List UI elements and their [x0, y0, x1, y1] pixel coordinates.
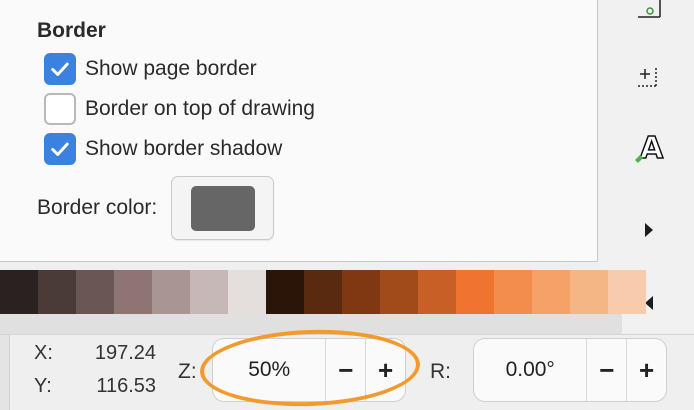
show-border-shadow-option[interactable]: Show border shadow — [44, 133, 282, 165]
snap-page-button[interactable] — [629, 0, 669, 26]
palette-swatch[interactable] — [570, 270, 608, 314]
text-tool-button[interactable]: A — [629, 128, 669, 168]
show-border-shadow-checkbox[interactable] — [44, 133, 76, 165]
rotation-increase-button[interactable]: + — [626, 339, 666, 401]
show-page-border-checkbox[interactable] — [44, 53, 76, 85]
border-color-button[interactable] — [171, 176, 275, 240]
palette-swatch[interactable] — [152, 270, 190, 314]
zoom-value[interactable]: 50% — [213, 339, 325, 401]
status-bar: X: 197.24 Y: 116.53 Z: 50% − + R: 0.00° … — [0, 334, 694, 410]
text-tool-glyph: A — [640, 131, 664, 166]
palette-swatch[interactable] — [418, 270, 456, 314]
palette-swatch[interactable] — [532, 270, 570, 314]
expand-right-button[interactable] — [629, 210, 669, 250]
zoom-label: Z: — [178, 360, 197, 383]
palette-swatch[interactable] — [494, 270, 532, 314]
border-color-row: Border color: — [37, 176, 275, 240]
option-label: Show page border — [85, 57, 257, 80]
checkmark-icon — [51, 142, 69, 156]
text-tool-icon: A — [635, 130, 665, 166]
palette-swatch[interactable] — [0, 270, 38, 314]
snap-guide-button[interactable] — [629, 57, 669, 97]
rotation-value[interactable]: 0.00° — [474, 339, 586, 401]
rotation-decrease-button[interactable]: − — [586, 339, 626, 401]
zoom-decrease-button[interactable]: − — [325, 339, 365, 401]
color-palette — [0, 270, 646, 314]
border-on-top-option[interactable]: Border on top of drawing — [44, 93, 315, 125]
zoom-spinbox[interactable]: 50% − + — [212, 338, 406, 402]
palette-scrollbar[interactable] — [0, 314, 622, 334]
snap-page-icon — [638, 0, 661, 18]
option-label: Show border shadow — [85, 137, 283, 160]
x-coord-value: 197.24 — [94, 342, 156, 364]
palette-swatch[interactable] — [342, 270, 380, 314]
option-label: Border on top of drawing — [85, 97, 315, 120]
palette-swatch[interactable] — [380, 270, 418, 314]
border-color-swatch — [190, 185, 255, 231]
show-page-border-option[interactable]: Show page border — [44, 53, 257, 85]
section-title: Border — [37, 19, 106, 42]
y-coord-label: Y: — [34, 375, 52, 397]
palette-swatch[interactable] — [608, 270, 646, 314]
zoom-increase-button[interactable]: + — [365, 339, 405, 401]
palette-swatch[interactable] — [304, 270, 342, 314]
checkmark-icon — [51, 62, 69, 76]
palette-swatch[interactable] — [456, 270, 494, 314]
expand-right-icon — [645, 223, 653, 237]
statusbar-edge — [0, 335, 10, 410]
border-settings-panel: Border Show page border Border on top of… — [0, 0, 598, 262]
rotation-spinbox[interactable]: 0.00° − + — [473, 338, 667, 402]
palette-swatch[interactable] — [76, 270, 114, 314]
palette-swatch[interactable] — [114, 270, 152, 314]
palette-swatch[interactable] — [266, 270, 304, 314]
border-on-top-checkbox[interactable] — [44, 93, 76, 125]
snap-guide-icon — [638, 68, 658, 88]
y-coord-value: 116.53 — [96, 375, 156, 397]
palette-swatch[interactable] — [38, 270, 76, 314]
rotation-label: R: — [430, 360, 451, 383]
border-color-label: Border color: — [37, 196, 158, 219]
x-coord-label: X: — [34, 342, 53, 364]
palette-swatch[interactable] — [228, 270, 266, 314]
palette-swatch[interactable] — [190, 270, 228, 314]
